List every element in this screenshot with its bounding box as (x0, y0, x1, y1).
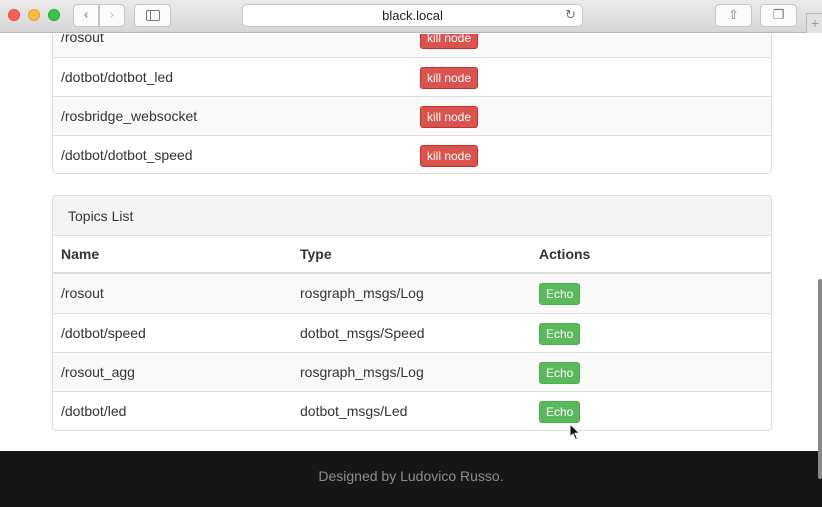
table-row: /dotbot/dotbot_led kill node (53, 57, 771, 96)
kill-node-button[interactable]: kill node (420, 34, 479, 50)
chevron-left-icon: ‹ (83, 8, 89, 23)
table-row: /rosout kill node (53, 34, 771, 57)
table-row: /rosbridge_websocket kill node (53, 96, 771, 135)
share-icon: ⇧ (728, 8, 739, 23)
browser-toolbar: ‹ › black.local ↻ ⇧ ❐ + (0, 0, 822, 33)
url-text: black.local (382, 8, 443, 23)
topic-type: dotbot_msgs/Speed (300, 325, 425, 341)
topics-panel: Topics List Name Type Actions /rosout ro… (52, 195, 772, 431)
kill-node-button[interactable]: kill node (420, 67, 479, 90)
mouse-pointer-icon (569, 423, 581, 441)
node-name: /rosout (61, 34, 104, 45)
topic-type: rosgraph_msgs/Log (300, 285, 424, 301)
table-row: /rosout rosgraph_msgs/Log Echo (53, 274, 771, 313)
minimize-window-button[interactable] (28, 9, 40, 21)
table-header: Name Type Actions (53, 236, 771, 274)
topic-name: /dotbot/speed (61, 325, 146, 341)
nodes-panel: /rosout kill node /dotbot/dotbot_led kil… (52, 34, 772, 174)
back-button[interactable]: ‹ (73, 4, 99, 27)
topic-name: /rosout_agg (61, 364, 135, 380)
tabs-icon: ❐ (772, 8, 785, 23)
sidebar-toggle-button[interactable] (134, 4, 171, 27)
close-window-button[interactable] (8, 9, 20, 21)
echo-button[interactable]: Echo (539, 362, 581, 385)
kill-node-button[interactable]: kill node (420, 106, 479, 129)
topic-name: /rosout (61, 285, 104, 301)
column-header-name: Name (61, 246, 100, 262)
table-row: /dotbot/speed dotbot_msgs/Speed Echo (53, 313, 771, 352)
topic-name: /dotbot/led (61, 403, 127, 419)
table-row: /rosout_agg rosgraph_msgs/Log Echo (53, 352, 771, 391)
page-footer: Designed by Ludovico Russo. (0, 451, 822, 507)
zoom-window-button[interactable] (48, 9, 60, 21)
kill-node-button[interactable]: kill node (420, 145, 479, 168)
topics-panel-heading: Topics List (53, 196, 771, 236)
column-header-type: Type (300, 246, 332, 262)
show-tabs-button[interactable]: ❐ (760, 4, 797, 27)
topic-type: rosgraph_msgs/Log (300, 364, 424, 380)
address-bar[interactable]: black.local ↻ (242, 4, 583, 27)
vertical-scrollbar[interactable] (818, 279, 822, 479)
table-row: /dotbot/dotbot_speed kill node (53, 135, 771, 173)
new-tab-button[interactable]: + (806, 13, 822, 33)
column-header-actions: Actions (539, 246, 591, 262)
forward-button[interactable]: › (99, 4, 125, 27)
page-viewport: /rosout kill node /dotbot/dotbot_led kil… (0, 34, 822, 507)
node-name: /rosbridge_websocket (61, 108, 198, 124)
footer-text: Designed by Ludovico Russo. (318, 468, 504, 484)
node-name: /dotbot/dotbot_speed (61, 147, 193, 163)
table-row: /dotbot/led dotbot_msgs/Led Echo (53, 391, 771, 430)
echo-button[interactable]: Echo (539, 401, 581, 424)
echo-button[interactable]: Echo (539, 323, 581, 346)
echo-button[interactable]: Echo (539, 283, 581, 306)
sidebar-icon (145, 10, 160, 21)
chevron-right-icon: › (109, 8, 115, 23)
share-button[interactable]: ⇧ (715, 4, 752, 27)
reload-icon[interactable]: ↻ (565, 5, 576, 26)
plus-icon: + (810, 15, 820, 31)
topic-type: dotbot_msgs/Led (300, 403, 408, 419)
node-name: /dotbot/dotbot_led (61, 69, 174, 85)
